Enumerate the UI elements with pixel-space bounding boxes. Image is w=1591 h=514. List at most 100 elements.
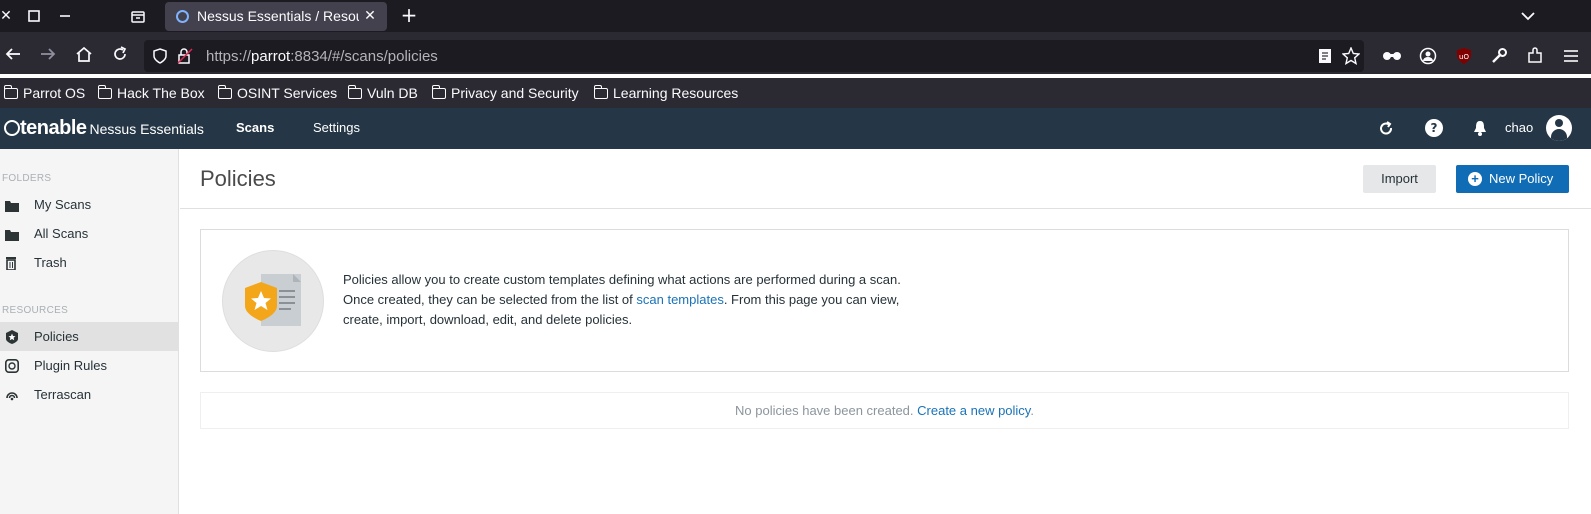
wrench-icon[interactable] — [1488, 45, 1510, 67]
sync-icon[interactable] — [1377, 119, 1395, 137]
folder-icon — [5, 226, 19, 241]
tab-groups-icon[interactable] — [129, 7, 147, 25]
bookmark-label: Vuln DB — [367, 85, 418, 101]
description-line-3: create, import, download, edit, and dele… — [343, 312, 633, 327]
sidebar-item-trash[interactable]: Trash — [0, 248, 179, 277]
sidebar-item-my-scans[interactable]: My Scans — [0, 190, 179, 219]
sidebar: FOLDERS My Scans All Scans Trash RESOURC… — [0, 149, 179, 514]
tenable-logo[interactable]: tenable Nessus Essentials — [4, 117, 204, 140]
folder-icon — [5, 197, 19, 212]
insecure-lock-icon[interactable] — [176, 47, 194, 65]
bookmark-osint-services[interactable]: OSINT Services — [217, 83, 338, 103]
bookmark-star-icon[interactable] — [1341, 46, 1361, 65]
home-icon[interactable] — [73, 43, 95, 65]
sidebar-item-label: All Scans — [34, 226, 89, 241]
tenable-logo-icon — [4, 120, 20, 136]
description-line-2-end: . From this page you can view, — [723, 292, 900, 307]
import-button[interactable]: Import — [1363, 165, 1436, 193]
sidebar-item-label: Plugin Rules — [34, 358, 107, 373]
terrascan-icon — [5, 387, 19, 401]
help-icon[interactable]: ? — [1425, 119, 1443, 137]
empty-text: No policies have been created. — [735, 403, 918, 418]
folder-icon — [593, 84, 608, 99]
folder-icon — [347, 84, 362, 99]
browser-tab-bar: ✕ Nessus Essentials / Resources / Polici… — [0, 0, 1591, 32]
reload-icon[interactable] — [109, 43, 131, 65]
notifications-bell-icon[interactable] — [1471, 119, 1489, 137]
close-window-icon[interactable]: ✕ — [0, 7, 15, 25]
bookmark-parrot-os[interactable]: Parrot OS — [3, 83, 86, 103]
url-path: :8834/#/scans/policies — [290, 48, 438, 65]
policy-shield-icon — [5, 329, 19, 344]
create-new-policy-link[interactable]: Create a new policy — [917, 403, 1030, 418]
policies-description: Policies allow you to create custom temp… — [343, 270, 963, 330]
logo-brand: tenable — [20, 117, 87, 139]
url-text[interactable]: https://parrot:8834/#/scans/policies — [206, 48, 438, 65]
tab-close-icon[interactable]: ✕ — [361, 6, 379, 26]
nav-scans[interactable]: Scans — [236, 120, 274, 135]
scan-templates-link[interactable]: scan templates — [636, 292, 723, 307]
bookmark-label: Privacy and Security — [451, 85, 579, 101]
ublock-origin-icon[interactable]: uO — [1453, 45, 1475, 67]
sidebar-item-terrascan[interactable]: Terrascan — [0, 380, 179, 409]
bookmark-label: OSINT Services — [237, 85, 338, 101]
bookmark-label: Learning Resources — [613, 85, 739, 101]
plus-circle-icon: + — [1468, 172, 1482, 186]
sidebar-item-label: Trash — [34, 255, 67, 270]
account-icon[interactable] — [1417, 45, 1439, 67]
folder-icon — [3, 84, 18, 99]
folders-heading: FOLDERS — [2, 173, 52, 184]
sidebar-item-label: Policies — [34, 329, 79, 344]
app-header: tenable Nessus Essentials Scans Settings … — [0, 108, 1591, 149]
url-host: parrot — [251, 48, 291, 65]
new-policy-label: New Policy — [1489, 171, 1554, 186]
bookmark-label: Hack The Box — [117, 85, 205, 101]
reader-view-icon[interactable] — [1318, 48, 1332, 64]
folder-icon — [217, 84, 232, 99]
svg-text:uO: uO — [1459, 53, 1469, 61]
folder-icon — [97, 84, 112, 99]
url-scheme: https:// — [206, 48, 252, 65]
sidebar-item-label: Terrascan — [34, 387, 92, 402]
new-policy-button[interactable]: + New Policy — [1456, 165, 1569, 193]
bookmark-privacy-and-security[interactable]: Privacy and Security — [431, 83, 579, 103]
resources-heading: RESOURCES — [2, 305, 69, 316]
user-name[interactable]: chao — [1505, 120, 1533, 135]
bookmark-label: Parrot OS — [23, 85, 86, 101]
page-title: Policies — [200, 166, 276, 191]
tab-title: Nessus Essentials / Resources / Policies — [197, 8, 359, 24]
sidebar-item-label: My Scans — [34, 197, 92, 212]
bookmark-hack-the-box[interactable]: Hack The Box — [97, 83, 205, 103]
sidebar-item-plugin-rules[interactable]: Plugin Rules — [0, 351, 179, 380]
tracking-shield-icon[interactable] — [152, 48, 168, 64]
url-bar[interactable]: https://parrot:8834/#/scans/policies — [144, 40, 1364, 72]
minimize-window-icon[interactable] — [56, 7, 74, 25]
back-icon[interactable] — [2, 43, 24, 65]
logo-product: Nessus Essentials — [89, 121, 204, 137]
bookmarks-toolbar: Parrot OS Hack The Box OSINT Services Vu… — [0, 78, 1591, 108]
bookmark-vuln-db[interactable]: Vuln DB — [347, 83, 418, 103]
list-all-tabs-icon[interactable] — [1518, 6, 1538, 26]
new-tab-icon[interactable]: + — [398, 4, 420, 26]
sidebar-item-all-scans[interactable]: All Scans — [0, 219, 179, 248]
policies-info-card: Policies allow you to create custom temp… — [200, 229, 1569, 372]
description-line-2: Once created, they can be selected from … — [343, 292, 637, 307]
empty-period: . — [1030, 403, 1034, 418]
nav-settings[interactable]: Settings — [313, 120, 360, 135]
sidebar-item-policies[interactable]: Policies — [0, 322, 179, 351]
maximize-window-icon[interactable] — [25, 7, 43, 25]
user-avatar-icon[interactable] — [1546, 115, 1572, 141]
forward-icon[interactable] — [37, 43, 59, 65]
header-divider — [180, 208, 1591, 209]
empty-policies-message: No policies have been created. Create a … — [200, 392, 1569, 429]
browser-tab-active[interactable]: Nessus Essentials / Resources / Policies… — [165, 2, 387, 31]
plugin-rules-icon — [5, 358, 19, 373]
nessus-favicon-icon — [176, 10, 189, 23]
bookmark-learning-resources[interactable]: Learning Resources — [593, 83, 739, 103]
private-browsing-icon[interactable] — [1381, 45, 1403, 67]
folder-icon — [431, 84, 446, 99]
policy-illustration-icon — [222, 250, 324, 352]
extensions-icon[interactable] — [1524, 45, 1546, 67]
description-line-1: Policies allow you to create custom temp… — [343, 272, 901, 287]
app-menu-icon[interactable] — [1560, 45, 1582, 67]
